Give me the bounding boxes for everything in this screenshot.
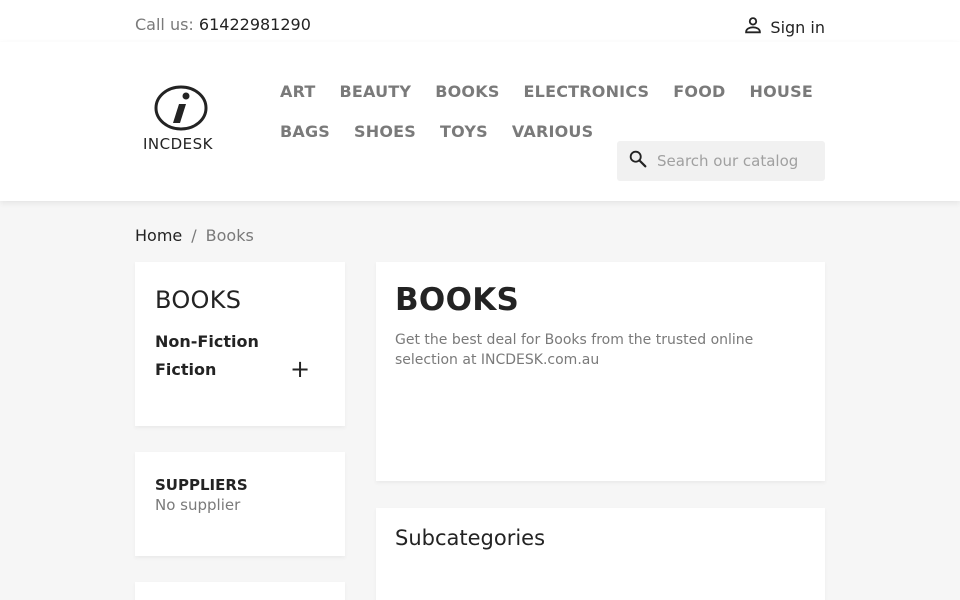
nav-item-books[interactable]: BOOKS: [435, 82, 499, 101]
header: INCDESK ART BEAUTY BOOKS ELECTRONICS FOO…: [0, 42, 960, 201]
contact-phone: Call us: 61422981290: [135, 15, 311, 34]
category-description: Get the best deal for Books from the tru…: [395, 332, 754, 368]
nav-item-various[interactable]: VARIOUS: [512, 122, 593, 141]
suppliers-title[interactable]: SUPPLIERS: [155, 476, 325, 494]
sidebar-block: [135, 582, 345, 600]
call-label: Call us:: [135, 15, 194, 34]
category-item-fiction[interactable]: Fiction +: [155, 356, 325, 384]
nav-item-toys[interactable]: TOYS: [440, 122, 488, 141]
sign-in-label: Sign in: [770, 17, 825, 37]
sign-in-link[interactable]: Sign in: [742, 14, 825, 40]
breadcrumb-current[interactable]: Books: [206, 226, 254, 245]
suppliers-block: SUPPLIERS No supplier: [135, 452, 345, 556]
logo-icon: [154, 85, 208, 131]
page-title: BOOKS: [395, 282, 520, 318]
breadcrumb-home[interactable]: Home: [135, 226, 182, 245]
subcategories-section: Subcategories: [376, 508, 825, 600]
search-input[interactable]: [657, 152, 817, 170]
nav-item-electronics[interactable]: ELECTRONICS: [524, 82, 650, 101]
category-block-title[interactable]: BOOKS: [155, 286, 325, 314]
nav-item-beauty[interactable]: BEAUTY: [340, 82, 412, 101]
category-item-label: Non-Fiction: [155, 332, 259, 351]
search-box: [617, 141, 825, 181]
breadcrumb-separator: /: [191, 226, 197, 245]
category-item-label: Fiction: [155, 360, 217, 379]
logo-wordmark: INCDESK: [143, 135, 214, 153]
nav-item-bags[interactable]: BAGS: [280, 122, 330, 141]
category-item-non-fiction[interactable]: Non-Fiction: [155, 328, 325, 356]
nav-item-shoes[interactable]: SHOES: [354, 122, 416, 141]
category-list: Non-Fiction Fiction +: [155, 328, 325, 384]
nav-row-1: ART BEAUTY BOOKS ELECTRONICS FOOD HOUSE: [280, 71, 813, 111]
nav-item-house[interactable]: HOUSE: [750, 82, 813, 101]
user-icon: [742, 14, 764, 40]
main-navigation: ART BEAUTY BOOKS ELECTRONICS FOOD HOUSE …: [280, 71, 813, 151]
search-icon[interactable]: [627, 148, 649, 174]
nav-item-art[interactable]: ART: [280, 82, 316, 101]
store-logo[interactable]: INCDESK: [143, 85, 225, 160]
subcategories-title: Subcategories: [395, 526, 546, 550]
phone-link[interactable]: 61422981290: [199, 15, 311, 34]
breadcrumb: Home / Books: [135, 226, 254, 245]
expand-plus-icon[interactable]: +: [290, 356, 310, 384]
nav-item-food[interactable]: FOOD: [673, 82, 725, 101]
category-header: BOOKS Get the best deal for Books from t…: [376, 262, 825, 481]
suppliers-value: No supplier: [155, 496, 241, 514]
category-tree-block: BOOKS Non-Fiction Fiction +: [135, 262, 345, 426]
